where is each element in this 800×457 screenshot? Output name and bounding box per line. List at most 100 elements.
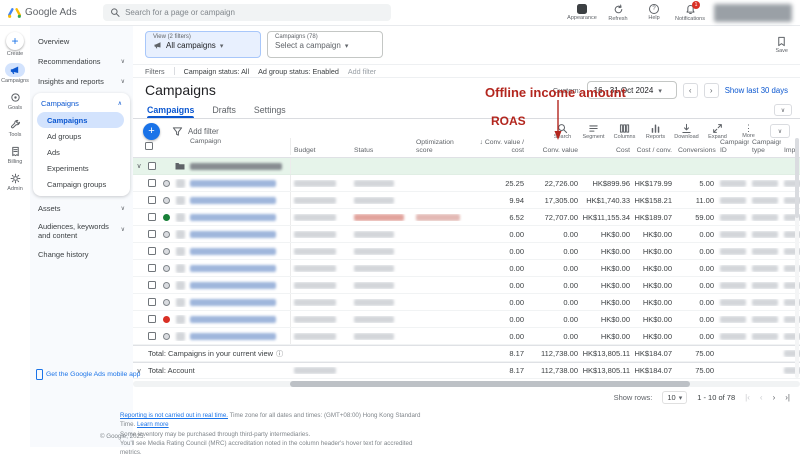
rail-billing-button[interactable]: Billing [5, 144, 25, 165]
table-row[interactable]: 0.00 0.00 HK$0.00 HK$0.00 0.00 [133, 226, 800, 243]
campaign-status-dot[interactable] [162, 281, 170, 289]
tab-drafts[interactable]: Drafts [212, 102, 235, 118]
col-campaign-type[interactable]: Campaign type [749, 139, 781, 155]
rows-per-page-select[interactable]: 10 [662, 391, 688, 404]
row-checkbox[interactable] [148, 281, 156, 289]
nav-sub-campaigns[interactable]: Campaigns [37, 112, 124, 128]
appearance-button[interactable]: Appearance [564, 3, 600, 22]
col-status[interactable]: Status [351, 147, 413, 155]
date-prev-button[interactable] [682, 82, 698, 98]
col-conv-value-per-cost[interactable]: ↓ Conv. value / cost [473, 139, 527, 155]
table-row[interactable]: 0.00 0.00 HK$0.00 HK$0.00 0.00 [133, 294, 800, 311]
campaign-status-dot[interactable] [162, 264, 170, 272]
save-button[interactable]: Save [775, 36, 788, 54]
rail-campaigns-button[interactable]: Campaigns [1, 63, 29, 84]
campaign-name-redacted[interactable] [190, 213, 276, 221]
row-checkbox[interactable] [148, 264, 156, 272]
search-input[interactable] [125, 8, 384, 17]
table-row[interactable]: 0.00 0.00 HK$0.00 HK$0.00 0.00 [133, 328, 800, 345]
campaign-status-dot[interactable] [162, 298, 170, 306]
campaign-status-dot[interactable] [162, 213, 170, 221]
nav-overview[interactable]: Overview [30, 31, 133, 51]
campaign-name-redacted[interactable] [190, 264, 276, 272]
campaign-name-redacted[interactable] [190, 179, 276, 187]
campaign-status-dot[interactable] [162, 196, 170, 204]
campaign-name-redacted[interactable] [190, 281, 276, 289]
rail-tools-button[interactable]: Tools [5, 117, 25, 138]
campaign-status-dot[interactable] [162, 247, 170, 255]
col-cost[interactable]: Cost [581, 147, 633, 155]
col-campaign[interactable]: Campaign [187, 138, 291, 155]
row-checkbox[interactable] [148, 196, 156, 204]
tab-campaigns[interactable]: Campaigns [147, 102, 195, 118]
table-row[interactable]: 25.25 22,726.00 HK$899.96 HK$179.99 5.00 [133, 175, 800, 192]
table-row[interactable] [133, 158, 800, 175]
nav-recommendations[interactable]: Recommendations [30, 51, 133, 71]
campaign-name-redacted[interactable] [190, 247, 276, 255]
download-tool-button[interactable]: Download [671, 123, 702, 140]
campaign-status-dot[interactable] [162, 230, 170, 238]
table-row[interactable]: 6.52 72,707.00 HK$11,155.34 HK$189.07 59… [133, 209, 800, 226]
global-search[interactable] [102, 4, 391, 21]
prev-page-button[interactable] [760, 393, 763, 402]
notifications-button[interactable]: 1 Notifications [672, 0, 708, 22]
filter-chip-ad-group-status[interactable]: Ad group status: Enabled [258, 67, 339, 76]
table-row[interactable]: 0.00 0.00 HK$0.00 HK$0.00 0.00 [133, 260, 800, 277]
last-page-button[interactable] [785, 393, 790, 402]
row-checkbox[interactable] [148, 213, 156, 221]
nav-insights-reports[interactable]: Insights and reports [30, 71, 133, 91]
horizontal-scrollbar-thumb[interactable] [290, 381, 690, 387]
next-page-button[interactable] [773, 393, 776, 402]
campaign-status-dot[interactable] [162, 179, 170, 187]
collapse-panel-button[interactable] [774, 104, 792, 116]
nav-sub-experiments[interactable]: Experiments [33, 160, 130, 176]
row-checkbox[interactable] [148, 298, 156, 306]
view-filter-dropdown[interactable]: View (2 filters) All campaigns [145, 31, 261, 58]
col-optimization-score[interactable]: Optimization score [413, 139, 473, 155]
rail-admin-button[interactable]: Admin [5, 171, 25, 192]
col-cost-per-conv[interactable]: Cost / conv. [633, 147, 675, 155]
help-button[interactable]: Help [636, 3, 672, 22]
nav-sub-ad-groups[interactable]: Ad groups [33, 128, 130, 144]
table-row[interactable]: 0.00 0.00 HK$0.00 HK$0.00 0.00 [133, 277, 800, 294]
reporting-delay-link[interactable]: Reporting is not carried out in real tim… [120, 412, 228, 419]
vertical-scrollbar[interactable] [795, 138, 799, 378]
nav-sub-campaign-groups[interactable]: Campaign groups [33, 176, 130, 192]
show-last-30-days-link[interactable]: Show last 30 days [725, 86, 788, 95]
account-info-redacted[interactable] [714, 3, 792, 22]
refresh-button[interactable]: Refresh [600, 4, 636, 22]
first-page-button[interactable] [745, 393, 750, 402]
row-checkbox[interactable] [148, 315, 156, 323]
toolbar-add-filter[interactable]: Add filter [172, 126, 219, 137]
col-budget[interactable]: Budget [291, 147, 351, 155]
row-checkbox[interactable] [148, 179, 156, 187]
row-checkbox[interactable] [148, 247, 156, 255]
campaign-name-redacted[interactable] [190, 230, 276, 238]
segment-tool-button[interactable]: Segment [578, 123, 609, 140]
campaign-status-dot[interactable] [162, 315, 170, 323]
date-next-button[interactable] [703, 82, 719, 98]
col-campaign-id[interactable]: Campaign ID [717, 139, 749, 155]
info-icon[interactable] [276, 349, 283, 359]
mobile-app-link[interactable]: Get the Google Ads mobile app [36, 369, 140, 380]
learn-more-link[interactable]: Learn more [137, 421, 169, 428]
collapse-toolbar-button[interactable] [770, 124, 790, 138]
reports-tool-button[interactable]: Reports [640, 123, 671, 140]
campaign-name-redacted[interactable] [190, 298, 276, 306]
col-conv-value[interactable]: Conv. value [527, 147, 581, 155]
table-row[interactable]: 9.94 17,305.00 HK$1,740.33 HK$158.21 11.… [133, 192, 800, 209]
horizontal-scrollbar[interactable] [133, 381, 800, 387]
more-tool-button[interactable]: ⋮ More [733, 123, 764, 140]
vertical-scrollbar-thumb[interactable] [795, 138, 799, 218]
table-row[interactable]: 0.00 0.00 HK$0.00 HK$0.00 0.00 [133, 311, 800, 328]
expand-tool-button[interactable]: Expand [702, 123, 733, 140]
filter-chip-campaign-status[interactable]: Campaign status: All [184, 67, 250, 76]
columns-tool-button[interactable]: Columns [609, 123, 640, 140]
select-all-checkbox[interactable] [145, 142, 153, 150]
campaign-name-redacted[interactable] [190, 315, 276, 323]
rail-goals-button[interactable]: Goals [5, 90, 25, 111]
nav-sub-ads[interactable]: Ads [33, 144, 130, 160]
row-checkbox[interactable] [148, 162, 156, 170]
nav-change-history[interactable]: Change history [30, 244, 133, 264]
col-conversions[interactable]: Conversions [675, 147, 717, 155]
